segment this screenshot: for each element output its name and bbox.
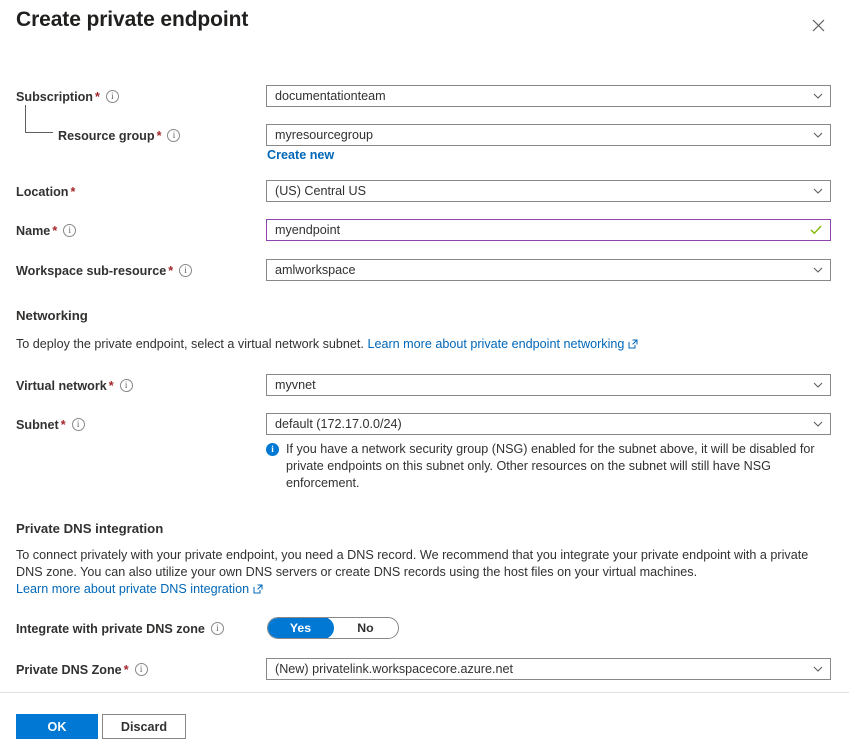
name-value: myendpoint [275,223,340,237]
field-row-integrate-dns: Integrate with private DNS zonei [0,618,849,640]
required-asterisk: * [61,418,66,432]
subnet-dropdown[interactable]: default (172.17.0.0/24) [266,413,831,435]
subscription-value: documentationteam [275,89,386,103]
virtual-network-label: Virtual network*i [16,375,133,397]
required-asterisk: * [124,663,129,677]
info-icon[interactable]: i [72,418,85,431]
required-asterisk: * [157,129,162,143]
info-icon[interactable]: i [179,264,192,277]
external-link-icon [628,337,638,347]
chevron-down-icon [813,664,823,674]
nsg-info-banner: i If you have a network security group (… [266,441,831,492]
external-link-icon [253,582,263,592]
location-dropdown[interactable]: (US) Central US [266,180,831,202]
chevron-down-icon [813,130,823,140]
workspace-sub-resource-value: amlworkspace [275,263,356,277]
integrate-dns-label: Integrate with private DNS zonei [16,618,224,640]
private-dns-zone-value: (New) privatelink.workspacecore.azure.ne… [275,662,513,676]
required-asterisk: * [109,379,114,393]
workspace-sub-resource-label: Workspace sub-resource*i [16,260,192,282]
create-private-endpoint-blade: Create private endpoint Subscription*i d… [0,0,849,751]
info-icon[interactable]: i [63,224,76,237]
chevron-down-icon [813,91,823,101]
private-dns-zone-dropdown[interactable]: (New) privatelink.workspacecore.azure.ne… [266,658,831,680]
location-label: Location* [16,181,75,203]
resource-group-value: myresourcegroup [275,128,373,142]
subnet-value: default (172.17.0.0/24) [275,417,402,431]
chevron-down-icon [813,186,823,196]
create-new-resource-group-link[interactable]: Create new [267,148,334,162]
toggle-option-yes[interactable]: Yes [267,617,334,639]
networking-description-text: To deploy the private endpoint, select a… [16,337,364,351]
blade-header: Create private endpoint [0,0,849,52]
required-asterisk: * [168,264,173,278]
info-circle-icon: i [266,443,279,456]
resource-group-label: Resource group*i [58,125,180,147]
valid-check-icon [810,224,822,236]
subscription-dropdown[interactable]: documentationteam [266,85,831,107]
close-icon[interactable] [805,12,831,38]
private-dns-learn-more-link[interactable]: Learn more about private DNS integration [16,581,816,598]
footer-divider [0,692,849,693]
location-value: (US) Central US [275,184,366,198]
ok-button[interactable]: OK [16,714,98,739]
private-dns-heading: Private DNS integration [16,521,163,536]
nsg-info-text: If you have a network security group (NS… [286,442,815,490]
integrate-dns-toggle[interactable]: Yes No [267,617,399,639]
resource-group-dropdown[interactable]: myresourcegroup [266,124,831,146]
workspace-sub-resource-dropdown[interactable]: amlworkspace [266,259,831,281]
private-dns-description-text: To connect privately with your private e… [16,548,808,579]
chevron-down-icon [813,380,823,390]
info-icon[interactable]: i [211,622,224,635]
virtual-network-value: myvnet [275,378,316,392]
info-icon[interactable]: i [167,129,180,142]
info-icon[interactable]: i [135,663,148,676]
info-icon[interactable]: i [106,90,119,103]
toggle-option-no[interactable]: No [332,617,399,639]
chevron-down-icon [813,265,823,275]
name-input[interactable]: myendpoint [266,219,831,241]
discard-button[interactable]: Discard [102,714,186,739]
required-asterisk: * [52,224,57,238]
required-asterisk: * [95,90,100,104]
networking-learn-more-link[interactable]: Learn more about private endpoint networ… [367,337,638,351]
subnet-label: Subnet*i [16,414,85,436]
page-title: Create private endpoint [16,8,248,32]
chevron-down-icon [813,419,823,429]
networking-heading: Networking [16,308,88,323]
required-asterisk: * [70,185,75,199]
info-icon[interactable]: i [120,379,133,392]
virtual-network-dropdown[interactable]: myvnet [266,374,831,396]
networking-description: To deploy the private endpoint, select a… [16,336,638,353]
private-dns-zone-label: Private DNS Zone*i [16,659,148,681]
private-dns-description: To connect privately with your private e… [16,547,816,598]
name-label: Name*i [16,220,76,242]
